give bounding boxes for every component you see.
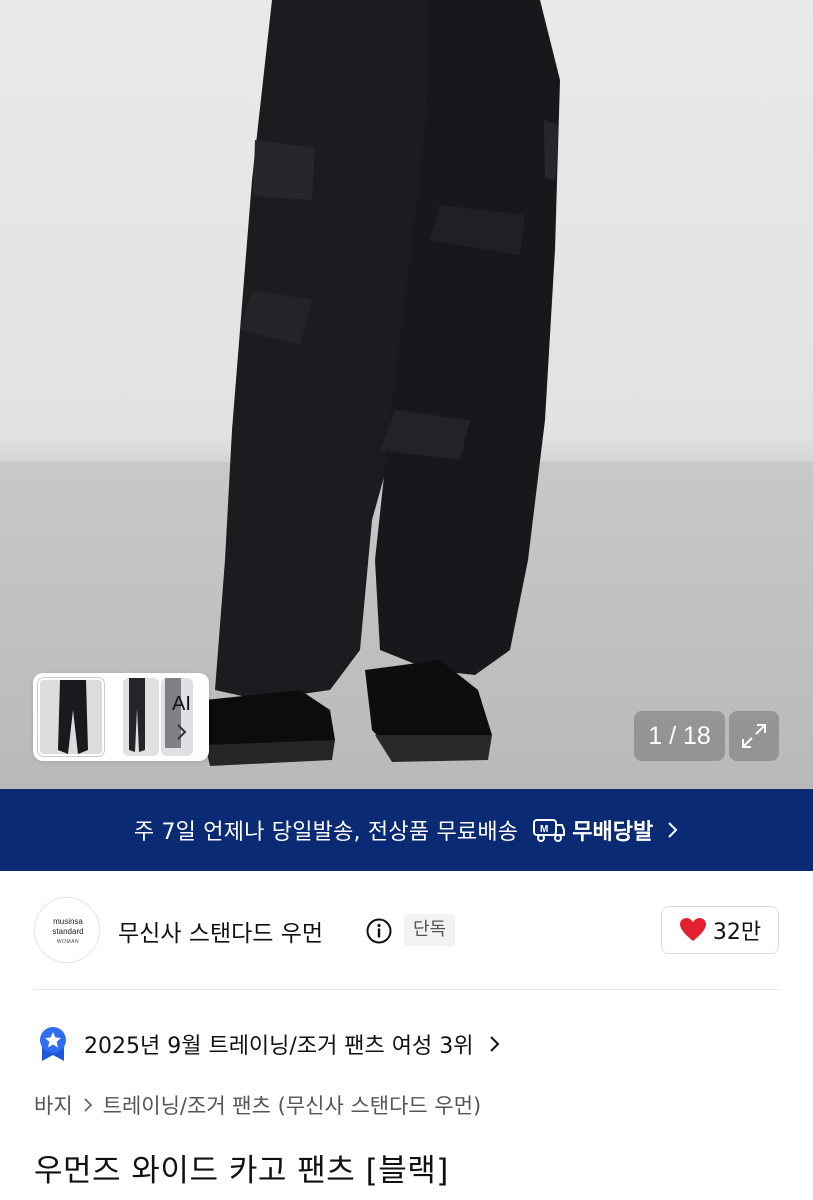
brand-row: musinsa standard WOMAN 무신사 스탠다드 우먼 단독 32… [0,871,813,990]
thumbnail-2[interactable] [123,678,159,756]
expand-icon [742,724,766,748]
info-icon[interactable] [366,918,392,944]
like-count: 32만 [712,920,762,945]
heart-icon [679,918,706,941]
breadcrumb-item-category[interactable]: 트레이닝/조거 팬츠 (무신사 스탠다드 우먼) [103,1090,482,1120]
delivery-banner[interactable]: 주 7일 언제나 당일발송, 전상품 무료배송 M 무배당발 [0,789,813,871]
chevron-right-icon [668,822,678,838]
product-photo [200,0,560,766]
thumbnail-strip[interactable]: AI [33,673,209,761]
chevron-right-icon [84,1098,92,1112]
product-image-gallery[interactable]: AI 1 / 18 [0,0,813,789]
exclusive-badge: 단독 [404,914,456,946]
ranking-badge-icon [40,1027,66,1061]
thumbnail-3[interactable] [161,678,193,756]
product-title: 우먼즈 와이드 카고 팬츠 [블랙] [34,1153,449,1189]
logo-text-1: musinsa [53,917,83,926]
banner-text: 주 7일 언제나 당일발송, 전상품 무료배송 [133,820,519,845]
banner-badge: M 무배당발 [532,814,653,846]
breadcrumb: 바지 트레이닝/조거 팬츠 (무신사 스탠다드 우먼) [34,1090,481,1120]
svg-text:M: M [540,824,548,835]
image-counter: 1 / 18 [634,711,725,761]
chevron-right-icon [490,1036,500,1052]
expand-button[interactable] [729,711,779,761]
logo-text-2: standard [52,927,84,936]
ranking-link[interactable]: 2025년 9월 트레이닝/조거 팬츠 여성 3위 [34,1024,501,1064]
breadcrumb-item-pants[interactable]: 바지 [34,1090,73,1120]
thumbnail-1[interactable] [38,678,104,756]
delivery-truck-icon: M [533,819,566,842]
logo-text-3: WOMAN [56,939,80,945]
chevron-right-icon[interactable] [176,723,188,741]
like-button[interactable]: 32만 [661,906,779,954]
brand-name[interactable]: 무신사 스탠다드 우먼 [118,914,323,948]
divider [34,989,779,990]
ranking-text: 2025년 9월 트레이닝/조거 팬츠 여성 3위 [84,1034,474,1059]
badge-label: 무배당발 [572,820,654,845]
ai-label[interactable]: AI [172,693,191,716]
brand-logo[interactable]: musinsa standard WOMAN [34,897,100,963]
